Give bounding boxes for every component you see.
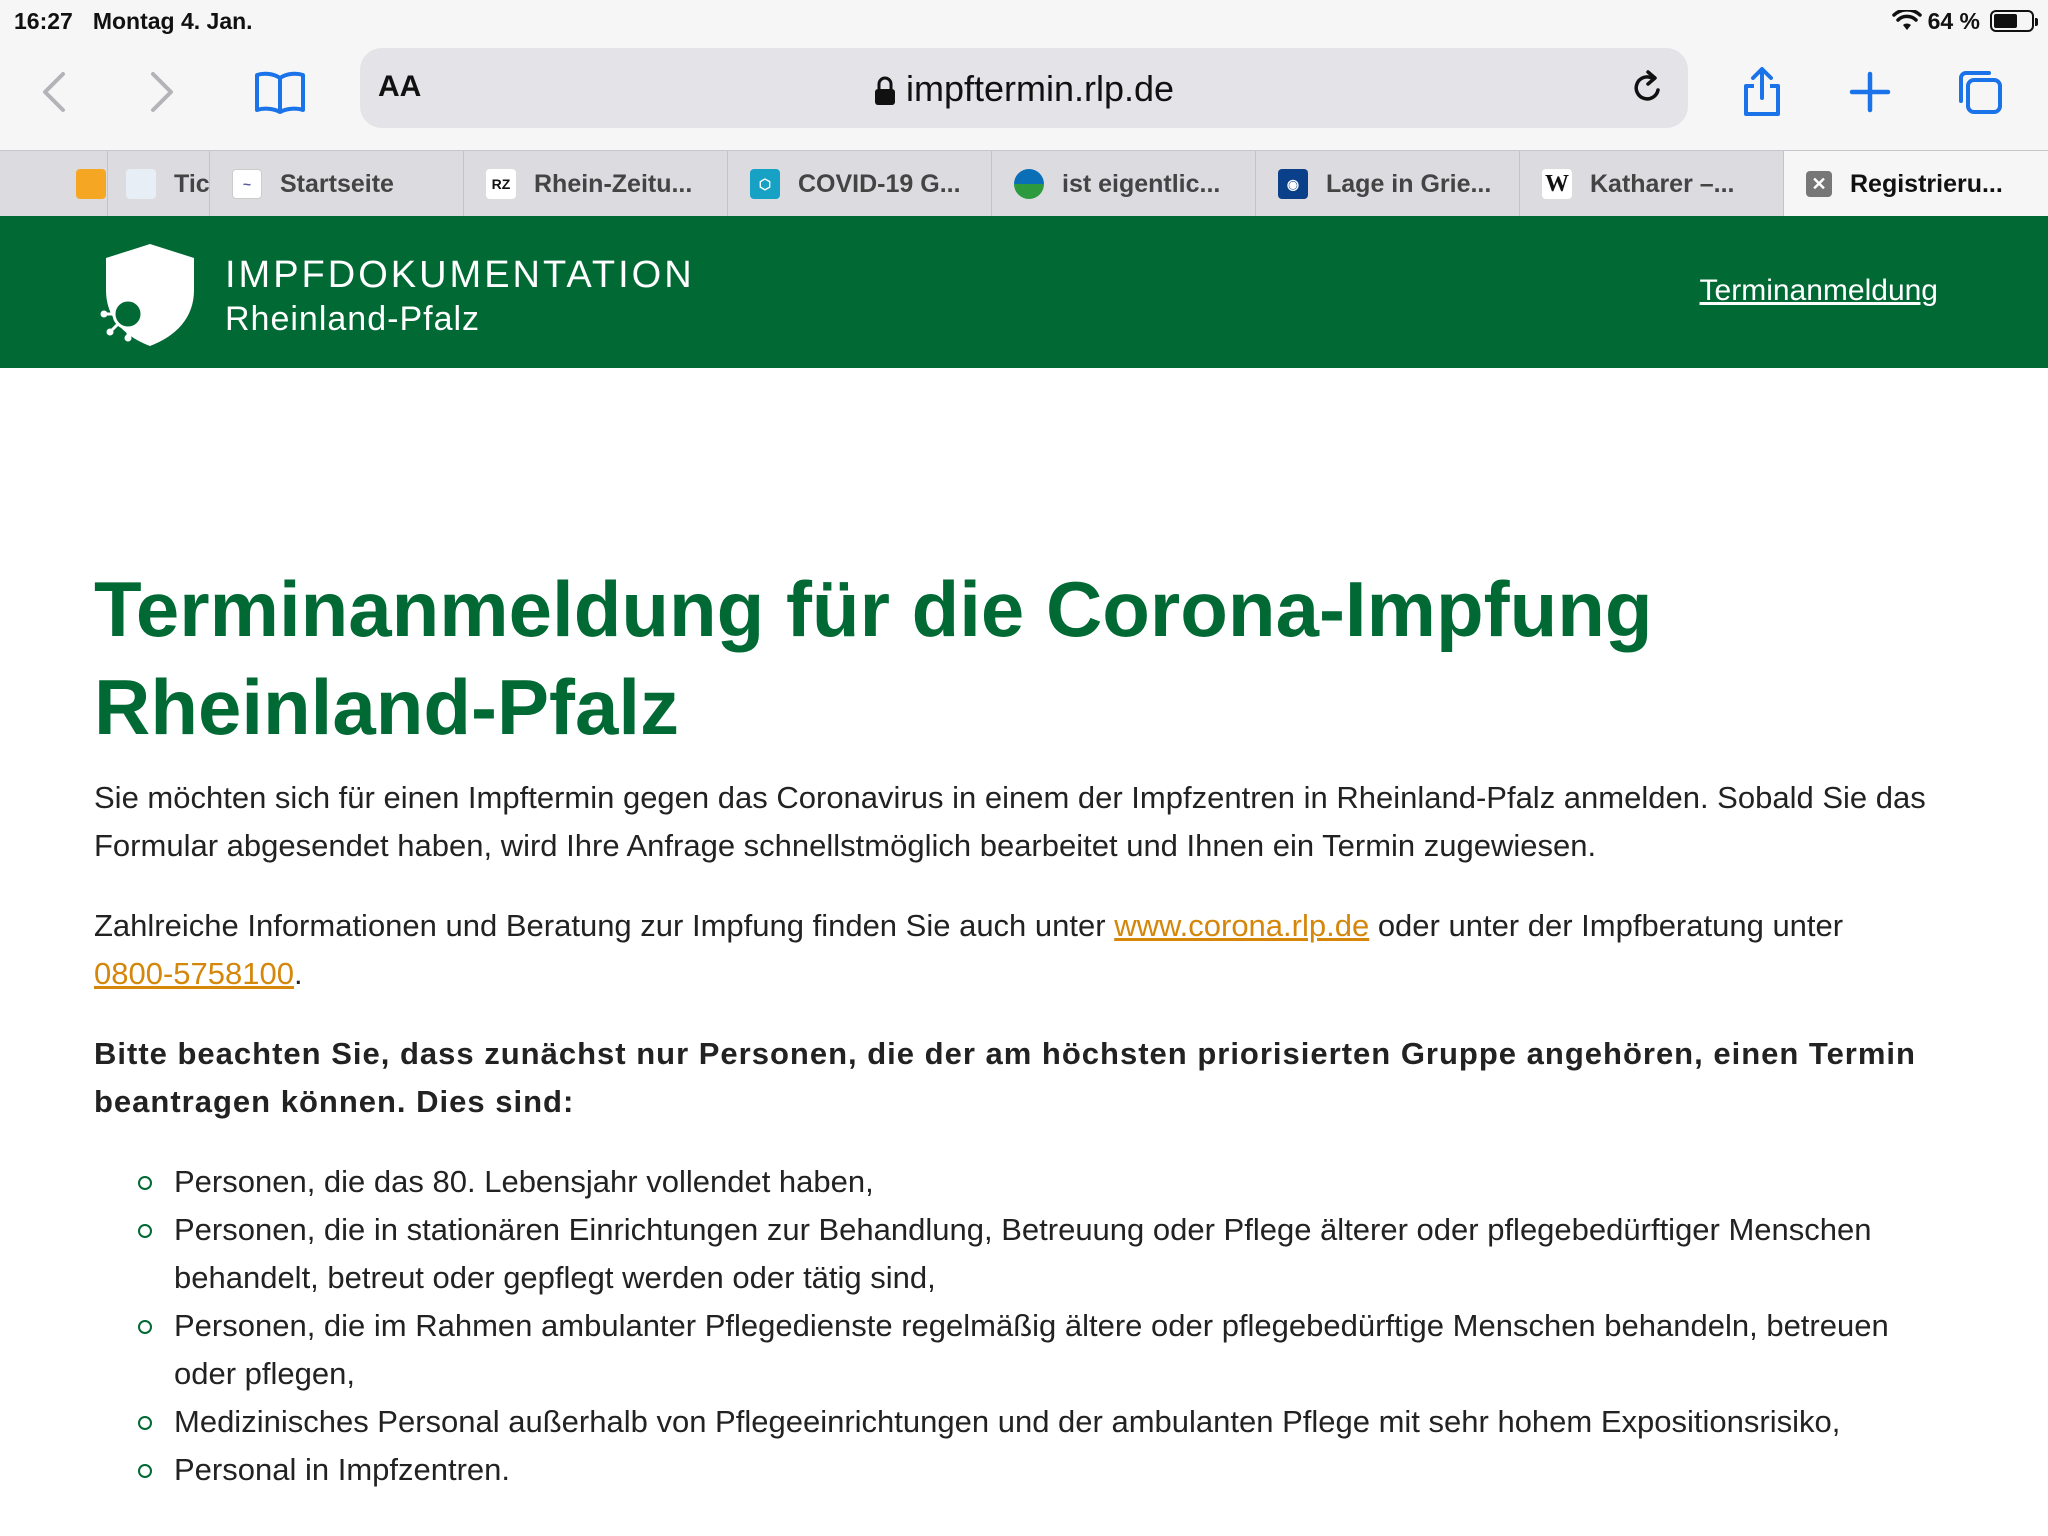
corona-rlp-link[interactable]: www.corona.rlp.de: [1114, 908, 1369, 943]
brand-subtitle[interactable]: Rheinland-Pfalz: [225, 300, 480, 339]
status-date: Montag 4. Jan.: [92, 7, 253, 34]
tab-covid[interactable]: ⬡ COVID-19 G...: [728, 151, 992, 217]
info-paragraph: Zahlreiche Informationen und Beratung zu…: [94, 908, 1844, 991]
tab-startseite[interactable]: ~ Startseite: [210, 151, 464, 217]
url-text: impftermin.rlp.de: [905, 68, 1175, 109]
page-title: Terminanmeldung für die Corona-Impfung R…: [94, 565, 1653, 751]
book-icon: [255, 71, 305, 114]
url-display[interactable]: impftermin.rlp.de: [360, 68, 1688, 110]
battery-percent: 64 %: [1927, 7, 1980, 34]
globe-icon: [1014, 169, 1044, 199]
shield-virus-logo-icon[interactable]: [92, 240, 200, 348]
tab-katharer[interactable]: W Katharer –...: [1520, 151, 1784, 217]
tab-lage-in-griechenland[interactable]: ◉ Lage in Grie...: [1256, 151, 1520, 217]
battery-icon: [1990, 10, 2038, 32]
chevron-right-icon: [151, 72, 173, 112]
status-right: 64 %: [1891, 7, 2038, 35]
address-bar[interactable]: AA impftermin.rlp.de: [360, 48, 1688, 128]
tab-tic[interactable]: Tic: [108, 151, 210, 217]
new-tab-button[interactable]: [1840, 62, 1900, 122]
main-content: Terminanmeldung für die Corona-Impfung R…: [94, 560, 1954, 1494]
list-item: Medizinisches Personal außerhalb von Pfl…: [94, 1398, 1954, 1446]
orange-tab-icon: [76, 169, 106, 199]
list-item: Personen, die in stationären Einrichtung…: [94, 1206, 1954, 1302]
tab-ist-eigentlich[interactable]: ist eigentlic...: [992, 151, 1256, 217]
close-icon[interactable]: ✕: [1806, 171, 1832, 197]
tabs-icon: [1959, 71, 2002, 114]
tab-partial[interactable]: [0, 151, 108, 217]
priority-group-list: Personen, die das 80. Lebensjahr vollend…: [94, 1158, 1954, 1494]
rz-icon: RZ: [486, 169, 516, 199]
forward-button[interactable]: [132, 62, 192, 122]
nav-link-terminanmeldung[interactable]: Terminanmeldung: [1700, 274, 1938, 308]
wikipedia-icon: W: [1542, 169, 1572, 199]
brand-title[interactable]: IMPFDOKUMENTATION: [225, 254, 695, 297]
tagesschau-icon: ◉: [1278, 169, 1308, 199]
browser-toolbar: AA impftermin.rlp.de: [0, 42, 2048, 150]
priority-notice: Bitte beachten Sie, dass zunächst nur Pe…: [94, 1036, 1916, 1119]
bookmarks-button[interactable]: [250, 62, 310, 122]
tabs-overview-button[interactable]: [1950, 62, 2010, 122]
plus-icon: [1849, 71, 1891, 113]
back-button[interactable]: [24, 62, 84, 122]
covid-icon: ⬡: [750, 169, 780, 199]
reload-icon[interactable]: [1628, 68, 1668, 108]
chevron-left-icon: [43, 72, 65, 112]
tab-registrierung-active[interactable]: ✕ Registrieru...: [1784, 151, 2048, 217]
list-item: Personen, die im Rahmen ambulanter Pfleg…: [94, 1302, 1954, 1398]
list-item: Personal in Impfzentren.: [94, 1446, 1954, 1494]
site-header: IMPFDOKUMENTATION Rheinland-Pfalz Termin…: [0, 216, 2048, 368]
status-bar: 16:27 Montag 4. Jan. 64 %: [0, 0, 2048, 42]
lock-icon: [874, 77, 895, 106]
wifi-icon: [1891, 10, 1922, 30]
tic-icon: [126, 169, 156, 199]
battery-fill: [1994, 14, 2018, 28]
share-button[interactable]: [1732, 62, 1792, 122]
share-icon: [1744, 67, 1780, 116]
phone-link[interactable]: 0800-5758100: [94, 956, 294, 991]
intro-paragraph: Sie möchten sich für einen Impftermin ge…: [94, 780, 1926, 863]
tab-bar: Tic ~ Startseite RZ Rhein-Zeitu... ⬡ COV…: [0, 150, 2048, 217]
startseite-icon: ~: [232, 169, 262, 199]
list-item: Personen, die das 80. Lebensjahr vollend…: [94, 1158, 1954, 1206]
status-time: 16:27: [14, 7, 73, 34]
tab-rhein-zeitung[interactable]: RZ Rhein-Zeitu...: [464, 151, 728, 217]
